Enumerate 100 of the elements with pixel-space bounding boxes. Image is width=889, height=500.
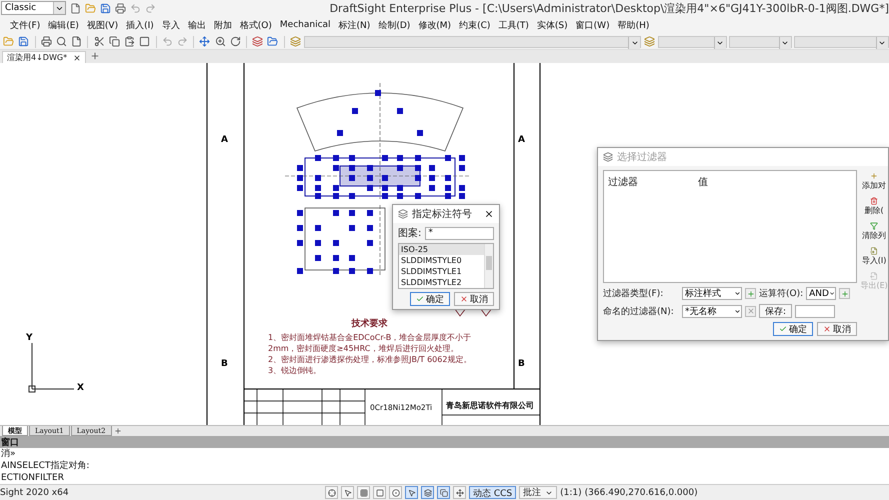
pattern-field[interactable]: * — [425, 226, 494, 240]
menu-item[interactable]: 视图(V) — [82, 17, 122, 33]
style-list[interactable]: ISO-25 SLDDIMSTYLE0 SLDDIMSTYLE1 SLDDIMSTYLE2 — [398, 243, 494, 289]
menu-item[interactable]: 附加 — [210, 17, 236, 33]
menu-item[interactable]: 插入(I) — [122, 17, 158, 33]
save-name-field[interactable] — [795, 304, 836, 318]
dialog-icon — [603, 152, 613, 162]
zoom-icon[interactable] — [213, 34, 227, 48]
snap-toggle[interactable] — [421, 486, 434, 499]
filter-type-label: 过滤器类型(F): — [603, 288, 664, 300]
color-dropdown[interactable] — [658, 36, 727, 48]
app-version: Sight 2020 x64 — [0, 488, 70, 498]
zone-label: A — [221, 135, 228, 145]
zone-label: B — [221, 359, 228, 369]
toggle-icon — [328, 488, 336, 496]
ccs-toggle[interactable]: 动态 CCS — [469, 486, 516, 499]
note-line: 3、锐边倒钝。 — [268, 365, 322, 376]
menu-item[interactable]: 绘制(D) — [374, 17, 414, 33]
cut-icon[interactable] — [92, 34, 106, 48]
snap-toggle[interactable] — [389, 486, 402, 499]
menu-item[interactable]: 帮助(H) — [614, 17, 654, 33]
side-button[interactable]: 清除列 — [862, 220, 886, 243]
annotation-dropdown[interactable]: 批注 — [519, 486, 558, 499]
ucs-axes-icon — [28, 342, 74, 392]
ok-button[interactable]: 确定 — [773, 322, 814, 336]
save-button[interactable]: 保存: — [759, 304, 792, 318]
note-line: 2mm，密封面硬度≥45HRC，堆焊后进行回火处理。 — [268, 343, 458, 354]
snap-toggle[interactable] — [373, 486, 386, 499]
export-icon — [870, 272, 878, 280]
block-icon[interactable] — [138, 34, 152, 48]
print-icon[interactable] — [40, 34, 53, 48]
cancel-button[interactable]: 取消 — [454, 292, 494, 306]
close-icon[interactable] — [484, 209, 494, 219]
workspace-dropdown[interactable]: Classic — [1, 1, 66, 15]
command-line: 消» — [0, 448, 17, 460]
snap-toggle[interactable] — [341, 486, 354, 499]
snap-toggle[interactable] — [405, 486, 418, 499]
note-line: 1、密封面堆焊钴基合金EDCoCr-B，堆合金层厚度不小于 — [268, 332, 472, 343]
menu-item[interactable]: 实体(S) — [532, 17, 572, 33]
cancel-button[interactable]: 取消 — [817, 322, 858, 336]
new-file-icon[interactable] — [70, 1, 81, 15]
save-icon[interactable] — [100, 1, 111, 15]
column-header: 值 — [698, 176, 708, 189]
delete-icon[interactable] — [745, 306, 756, 316]
add-layout-icon[interactable] — [112, 426, 123, 436]
menu-item[interactable]: 导入 — [158, 17, 184, 33]
menu-item[interactable]: 编辑(E) — [44, 17, 83, 33]
operator-dropdown[interactable]: AND — [806, 287, 836, 300]
named-filter-dropdown[interactable]: *无名称 — [682, 304, 742, 318]
menu-item[interactable]: 格式(O) — [236, 17, 276, 33]
filter-type-dropdown[interactable]: 标注样式 — [682, 287, 742, 300]
style-item[interactable]: ISO-25 — [399, 244, 484, 255]
snap-toggle[interactable] — [325, 486, 338, 499]
column-header: 过滤器 — [608, 176, 638, 189]
menu-item[interactable]: 标注(N) — [334, 17, 374, 33]
command-line: AINSELECT指定对角: — [0, 460, 90, 472]
delete-icon — [870, 197, 878, 205]
paste-icon[interactable] — [122, 34, 136, 48]
cross-icon — [460, 295, 468, 303]
dialog-title: 选择过滤器 — [617, 150, 668, 164]
toggle-icon — [360, 488, 368, 496]
scrollbar[interactable] — [484, 244, 493, 288]
refresh-icon[interactable] — [228, 34, 242, 48]
scale-text: (1:1) — [560, 488, 582, 498]
folder-icon[interactable] — [266, 34, 280, 48]
side-button[interactable]: 删除( — [864, 195, 884, 218]
caret-icon — [734, 308, 741, 314]
layer-state-icon[interactable] — [288, 34, 302, 48]
filter-list[interactable]: 过滤器 值 — [603, 170, 858, 283]
print-icon[interactable] — [114, 1, 126, 15]
window-title: DraftSight Enterprise Plus - [C:\Users\Administrator\Desktop\渲染用4"×6"GJ41Y-300lbR-0-1阀图.DWG*] — [330, 0, 889, 16]
menu-item[interactable]: 文件(F) — [6, 17, 44, 33]
snap-toggle[interactable] — [357, 486, 370, 499]
side-button[interactable]: 导入(I) — [862, 245, 886, 268]
snap-toggle[interactable] — [453, 486, 466, 499]
menu-item[interactable]: 窗口(W) — [572, 17, 614, 33]
save-icon[interactable] — [17, 34, 31, 48]
side-button[interactable]: 添加对 — [862, 170, 886, 193]
ok-button[interactable]: 确定 — [410, 292, 450, 306]
layers-icon[interactable] — [250, 34, 264, 48]
snap-toggle[interactable] — [437, 486, 450, 499]
pan-icon[interactable] — [198, 34, 212, 48]
add-icon[interactable] — [839, 288, 850, 299]
copy-icon[interactable] — [108, 34, 121, 48]
pattern-label: 图案: — [398, 226, 422, 240]
axis-label: X — [77, 383, 84, 393]
caret-icon — [828, 290, 836, 297]
add-icon — [870, 172, 878, 180]
close-icon[interactable] — [73, 54, 82, 62]
layer-manager-icon[interactable] — [643, 34, 656, 48]
command-line: ECTIONFILTER — [0, 472, 65, 484]
menu-item[interactable]: 约束(C) — [455, 17, 494, 33]
page-icon[interactable] — [70, 34, 84, 48]
menu-item[interactable]: Mechanical — [276, 17, 335, 33]
document-tab[interactable]: 渲染用4↓DWG* — [2, 51, 86, 63]
menu-item[interactable]: 工具(T) — [494, 17, 533, 33]
toggle-icon — [456, 488, 464, 496]
menu-item[interactable]: 修改(M) — [414, 17, 456, 33]
axis-label: Y — [26, 333, 33, 343]
menu-item[interactable]: 输出 — [184, 17, 210, 33]
